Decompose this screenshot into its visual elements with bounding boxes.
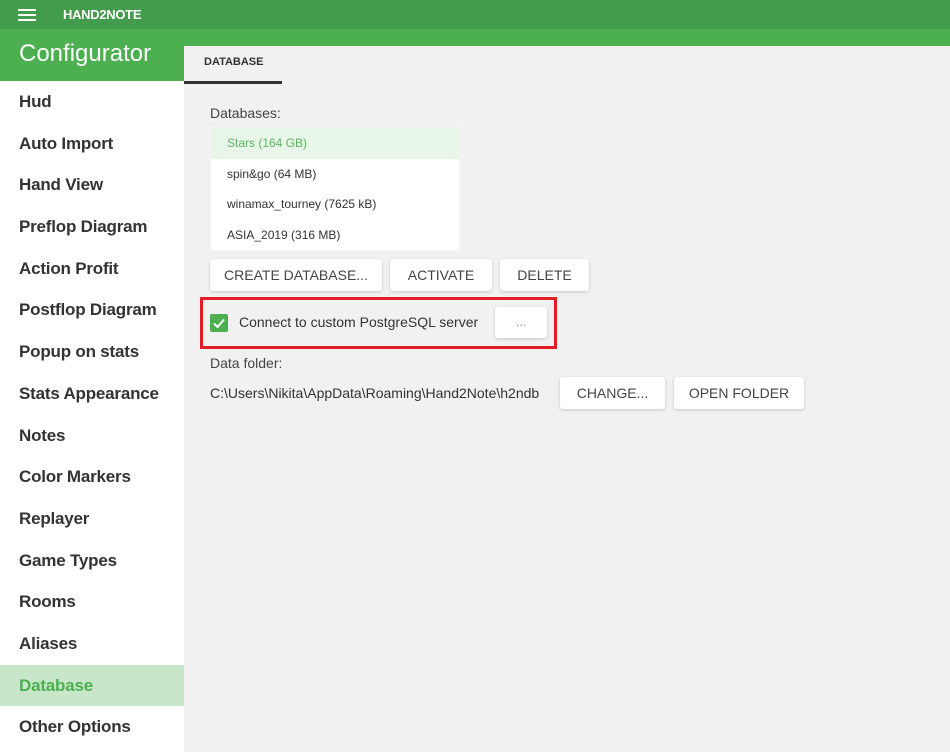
sidebar-item-auto-import[interactable]: Auto Import (0, 123, 184, 165)
hamburger-menu-icon[interactable] (18, 9, 36, 21)
create-database-button[interactable]: CREATE DATABASE... (210, 259, 382, 291)
data-folder-path: C:\Users\Nikita\AppData\Roaming\Hand2Not… (210, 385, 540, 401)
sidebar-item-postflop-diagram[interactable]: Postflop Diagram (0, 289, 184, 331)
database-list-item[interactable]: spin&go (64 MB) (211, 159, 459, 190)
databases-label: Databases: (210, 105, 281, 121)
delete-button[interactable]: DELETE (500, 259, 589, 291)
sidebar-item-notes[interactable]: Notes (0, 415, 184, 457)
sidebar-item-preflop-diagram[interactable]: Preflop Diagram (0, 206, 184, 248)
data-folder-label: Data folder: (210, 355, 283, 371)
tab-database[interactable]: DATABASE (184, 46, 282, 84)
change-folder-button[interactable]: CHANGE... (560, 377, 665, 409)
sidebar-item-action-profit[interactable]: Action Profit (0, 248, 184, 290)
sidebar-item-hud[interactable]: Hud (0, 81, 184, 123)
sidebar-item-stats-appearance[interactable]: Stats Appearance (0, 373, 184, 415)
sidebar-item-replayer[interactable]: Replayer (0, 498, 184, 540)
app-title: HAND2NOTE (63, 7, 142, 22)
sidebar-item-hand-view[interactable]: Hand View (0, 164, 184, 206)
database-list-item[interactable]: winamax_tourney (7625 kB) (211, 189, 459, 220)
sidebar: Configurator Hud Auto Import Hand View P… (0, 29, 184, 752)
sidebar-item-database[interactable]: Database (0, 664, 184, 707)
custom-server-label: Connect to custom PostgreSQL server (239, 314, 479, 330)
server-settings-button[interactable]: ... (495, 307, 547, 338)
database-list-item[interactable]: ASIA_2019 (316 MB) (211, 220, 459, 251)
database-list-item[interactable]: Stars (164 GB) (211, 128, 459, 159)
activate-button[interactable]: ACTIVATE (390, 259, 492, 291)
sidebar-item-rooms[interactable]: Rooms (0, 581, 184, 623)
title-bar: HAND2NOTE (0, 0, 950, 29)
sidebar-item-popup-on-stats[interactable]: Popup on stats (0, 331, 184, 373)
custom-server-checkbox[interactable] (210, 314, 228, 332)
sidebar-item-other-options[interactable]: Other Options (0, 706, 184, 748)
sidebar-item-aliases[interactable]: Aliases (0, 623, 184, 665)
database-list[interactable]: Stars (164 GB) spin&go (64 MB) winamax_t… (210, 127, 460, 251)
checkmark-icon (213, 318, 225, 329)
sidebar-title: Configurator (0, 29, 184, 81)
open-folder-button[interactable]: OPEN FOLDER (674, 377, 804, 409)
tab-bar: DATABASE (184, 46, 950, 84)
tab-database-label: DATABASE (204, 56, 264, 68)
sidebar-nav: Hud Auto Import Hand View Preflop Diagra… (0, 81, 184, 748)
database-panel: Databases: Stars (164 GB) spin&go (64 MB… (184, 84, 950, 752)
sidebar-item-game-types[interactable]: Game Types (0, 540, 184, 582)
sidebar-item-color-markers[interactable]: Color Markers (0, 456, 184, 498)
